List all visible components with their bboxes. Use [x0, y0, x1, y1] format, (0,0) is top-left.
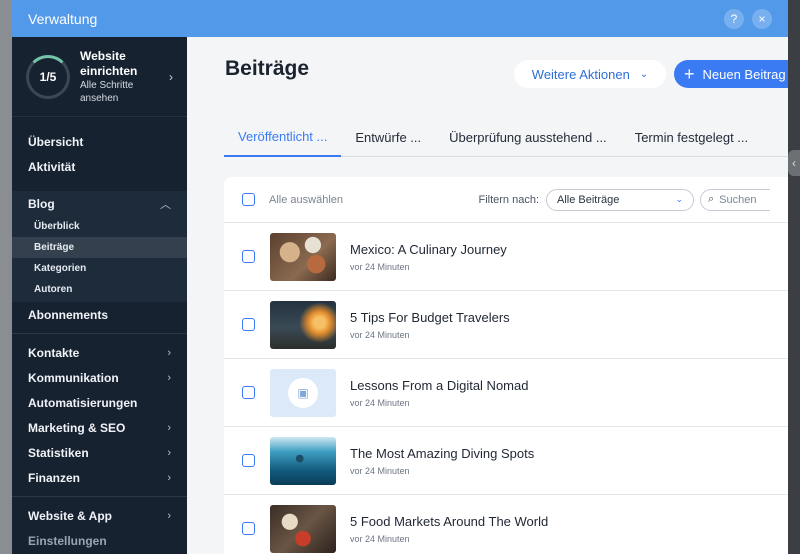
setup-title: Website einrichten: [80, 48, 138, 78]
sidebar-subitem-kategorien[interactable]: Kategorien: [12, 258, 187, 279]
chevron-left-icon[interactable]: ‹: [788, 150, 800, 176]
post-thumbnail-image: [270, 504, 336, 553]
tab-published[interactable]: Veröffentlicht ...: [224, 117, 342, 157]
post-title[interactable]: 5 Tips For Budget Travelers: [350, 310, 510, 325]
select-all-checkbox[interactable]: [242, 193, 255, 206]
row-checkbox[interactable]: [242, 522, 255, 535]
filter-row: Alle auswählen Filtern nach: Alle Beiträ…: [224, 177, 788, 223]
main-content: Beiträge Weitere Aktionen ⌄ + Neuen Beit…: [187, 37, 788, 554]
help-icon[interactable]: ?: [724, 8, 744, 29]
sidebar-item-uebersicht[interactable]: Übersicht: [12, 129, 187, 154]
table-row[interactable]: The Most Amazing Diving Spots vor 24 Min…: [224, 427, 788, 495]
background-left-strip: [0, 0, 12, 554]
tab-pending-review[interactable]: Überprüfung ausstehend ...: [435, 117, 621, 157]
sidebar-item-finanzen[interactable]: Finanzen ›: [12, 465, 187, 490]
setup-progress-card[interactable]: 1/5 Website einrichten Alle Schritte ans…: [12, 37, 187, 117]
table-row[interactable]: ▣ Lessons From a Digital Nomad vor 24 Mi…: [224, 359, 788, 427]
more-actions-button[interactable]: Weitere Aktionen ⌄: [514, 60, 666, 88]
chevron-right-icon: ›: [167, 509, 171, 522]
sidebar-item-kontakte[interactable]: Kontakte ›: [12, 340, 187, 365]
table-row[interactable]: Mexico: A Culinary Journey vor 24 Minute…: [224, 223, 788, 291]
post-meta: vor 24 Minuten: [350, 397, 410, 408]
post-thumbnail-image: [270, 232, 336, 281]
table-row[interactable]: 5 Tips For Budget Travelers vor 24 Minut…: [224, 291, 788, 359]
chevron-down-icon: ⌄: [639, 68, 649, 80]
post-thumbnail-image: [270, 436, 336, 485]
background-right-strip: [788, 0, 800, 554]
modal-topbar: Verwaltung ? ×: [12, 0, 788, 37]
post-title[interactable]: The Most Amazing Diving Spots: [350, 446, 534, 461]
filter-select[interactable]: Alle Beiträge ⌄: [546, 188, 694, 211]
sidebar: 1/5 Website einrichten Alle Schritte ans…: [12, 37, 187, 554]
post-meta: vor 24 Minuten: [350, 465, 410, 476]
post-thumbnail-image: [270, 300, 336, 349]
sidebar-group-blog: Blog ︿ Überblick Beiträge Kategorien Aut…: [12, 191, 187, 302]
sidebar-item-automatisierungen[interactable]: Automatisierungen: [12, 390, 187, 415]
select-all-label: Alle auswählen: [269, 193, 343, 206]
image-icon: ▣: [288, 377, 318, 408]
post-title[interactable]: 5 Food Markets Around The World: [350, 514, 548, 529]
sidebar-item-marketing-seo[interactable]: Marketing & SEO ›: [12, 415, 187, 440]
sidebar-item-blog[interactable]: Blog ︿: [12, 191, 187, 216]
table-row[interactable]: 5 Food Markets Around The World vor 24 M…: [224, 495, 788, 554]
new-post-button[interactable]: + Neuen Beitrag: [674, 60, 788, 88]
chevron-up-icon: ︿: [160, 198, 171, 211]
tab-scheduled[interactable]: Termin festgelegt ...: [621, 117, 762, 157]
row-checkbox[interactable]: [242, 386, 255, 399]
chevron-right-icon: ›: [167, 371, 171, 384]
chevron-down-icon: ⌄: [675, 194, 683, 204]
post-status-tabs: Veröffentlicht ... Entwürfe ... Überprüf…: [224, 117, 788, 157]
chevron-right-icon: ›: [169, 69, 173, 84]
post-meta: vor 24 Minuten: [350, 533, 410, 544]
chevron-right-icon: ›: [167, 421, 171, 434]
sidebar-divider: [12, 496, 187, 497]
close-icon[interactable]: ×: [752, 8, 772, 29]
sidebar-divider: [12, 333, 187, 334]
sidebar-subitem-ueberblick[interactable]: Überblick: [12, 216, 187, 237]
setup-subtitle: Alle Schritte ansehen: [80, 79, 134, 104]
row-checkbox[interactable]: [242, 250, 255, 263]
search-icon: ⌕: [708, 193, 715, 205]
row-checkbox[interactable]: [242, 454, 255, 467]
sidebar-item-einstellungen[interactable]: Einstellungen: [12, 528, 187, 553]
modal-title: Verwaltung: [28, 10, 98, 27]
sidebar-subitem-autoren[interactable]: Autoren: [12, 279, 187, 300]
sidebar-item-abonnements[interactable]: Abonnements: [12, 302, 187, 327]
posts-table: Alle auswählen Filtern nach: Alle Beiträ…: [224, 177, 788, 554]
admin-modal: Verwaltung ? × 1/5 Website einrichten Al…: [12, 0, 788, 554]
sidebar-item-statistiken[interactable]: Statistiken ›: [12, 440, 187, 465]
post-title[interactable]: Mexico: A Culinary Journey: [350, 242, 507, 257]
chevron-right-icon: ›: [167, 446, 171, 459]
sidebar-item-aktivitaet[interactable]: Aktivität: [12, 154, 187, 179]
search-input[interactable]: ⌕ Suchen: [700, 188, 770, 211]
tab-drafts[interactable]: Entwürfe ...: [341, 117, 435, 157]
post-thumbnail-placeholder: ▣: [270, 368, 336, 417]
row-checkbox[interactable]: [242, 318, 255, 331]
chevron-right-icon: ›: [167, 346, 171, 359]
page-title: Beiträge: [225, 57, 310, 80]
sidebar-item-kommunikation[interactable]: Kommunikation ›: [12, 365, 187, 390]
filter-label: Filtern nach:: [478, 193, 539, 206]
progress-ring: 1/5: [26, 54, 70, 99]
chevron-right-icon: ›: [167, 471, 171, 484]
sidebar-subitem-beitraege[interactable]: Beiträge: [12, 237, 187, 258]
sidebar-item-website-app[interactable]: Website & App ›: [12, 503, 187, 528]
post-meta: vor 24 Minuten: [350, 329, 410, 340]
post-title[interactable]: Lessons From a Digital Nomad: [350, 378, 528, 393]
plus-icon: +: [684, 64, 695, 84]
post-meta: vor 24 Minuten: [350, 261, 410, 272]
